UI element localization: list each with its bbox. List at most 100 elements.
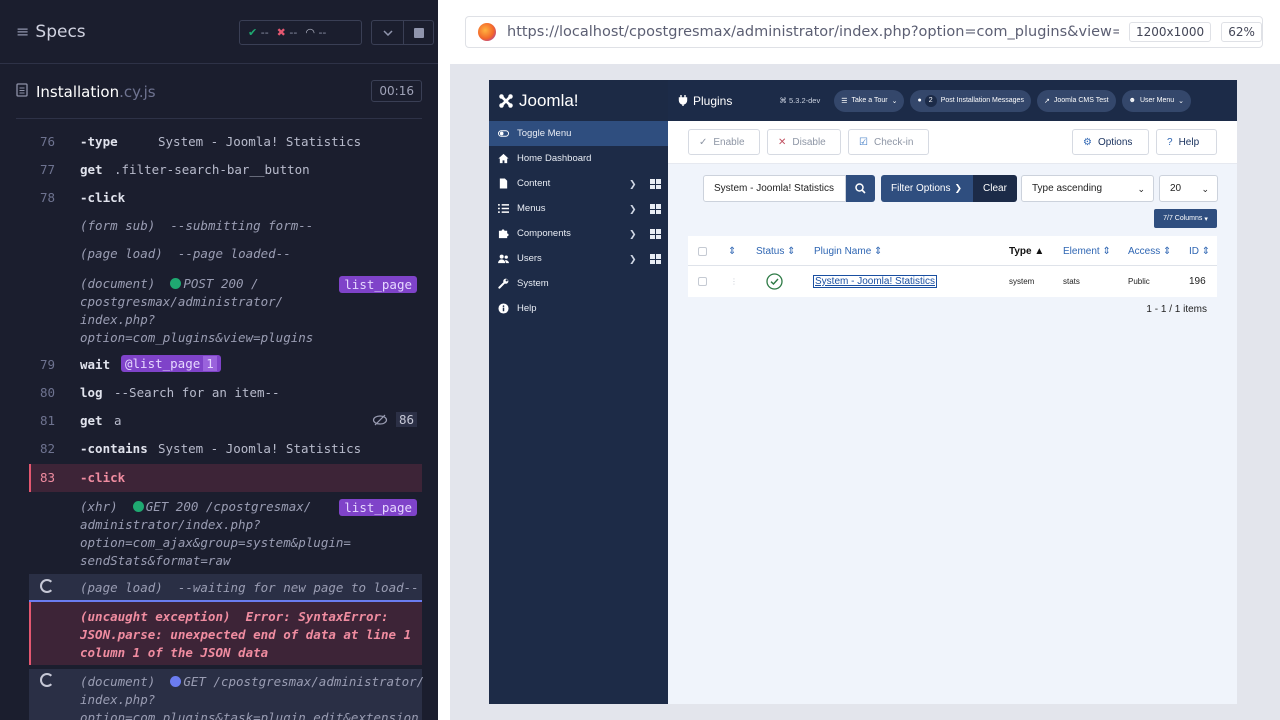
spec-file-header: Installation .cy.js 00:16	[16, 65, 422, 119]
command-name: -type	[80, 134, 118, 149]
user-icon: ☻	[1128, 97, 1136, 104]
filter-options-button[interactable]: Filter Options ❯	[881, 175, 973, 202]
sort-select[interactable]: Type ascending ⌄	[1021, 175, 1154, 202]
sidebar-item-help[interactable]: Help	[489, 296, 668, 321]
duration-timer: 00:16	[371, 80, 422, 102]
clear-button[interactable]: Clear	[973, 175, 1017, 202]
disable-button[interactable]: ✕ Disable	[767, 129, 841, 155]
command-row[interactable]: 77 get .filter-search-bar__button	[29, 162, 422, 178]
url-bar[interactable]: https://localhost/cpostgresmax/administr…	[465, 16, 1263, 48]
site-link-button[interactable]: ↗ Joomla CMS Test	[1036, 89, 1116, 112]
status-toggle-button[interactable]	[766, 266, 783, 297]
alias-tag[interactable]: list_page	[339, 499, 417, 516]
plugin-name-column-header[interactable]: Plugin Name ⇕	[814, 236, 882, 266]
viewport-size[interactable]: 1200x1000	[1129, 22, 1212, 42]
take-a-tour-button[interactable]: ☰ Take a Tour ⌄	[834, 89, 905, 112]
users-icon	[498, 254, 509, 264]
columns-toggle-button[interactable]: 7/7 Columns ▾	[1154, 209, 1217, 228]
search-button[interactable]	[846, 175, 875, 202]
chevron-right-icon: ❯	[629, 204, 637, 214]
post-installation-messages-button[interactable]: ● 2 Post Installation Messages	[910, 89, 1031, 112]
dashboard-grid-icon[interactable]	[650, 179, 661, 189]
joomla-logo[interactable]: Joomla!	[489, 80, 668, 121]
command-row[interactable]: 82 -contains System - Joomla! Statistics	[29, 441, 422, 457]
ordering-sort-icon[interactable]: ⇕	[728, 236, 736, 266]
failed-command-row[interactable]: 83 -click	[29, 464, 422, 492]
command-number: 83	[40, 470, 56, 485]
command-row[interactable]: 78 -click	[29, 190, 422, 206]
command-row[interactable]: (form sub) --submitting form--	[29, 218, 422, 234]
command-row[interactable]: 80 log --Search for an item--	[29, 385, 422, 401]
alias-tag[interactable]: list_page	[339, 276, 417, 293]
loading-spinner-icon	[40, 579, 54, 593]
element-column-header[interactable]: Element ⇕	[1063, 236, 1111, 266]
alias-tag[interactable]: @list_page 1	[121, 355, 221, 372]
command-row[interactable]: (document) GET /cpostgresmax/administrat…	[29, 669, 425, 720]
specs-title[interactable]: Specs	[35, 22, 85, 42]
joomla-main-content: System - Joomla! Statistics Filter Optio…	[668, 164, 1237, 704]
url-text[interactable]: https://localhost/cpostgresmax/administr…	[507, 24, 1119, 40]
x-icon: ✖	[276, 26, 286, 39]
dashboard-grid-icon[interactable]	[650, 229, 661, 239]
search-input[interactable]: System - Joomla! Statistics	[703, 175, 846, 202]
user-menu-button[interactable]: ☻ User Menu ⌄	[1121, 89, 1192, 112]
command-row[interactable]: (page load) --waiting for new page to lo…	[29, 574, 422, 602]
dashboard-grid-icon[interactable]	[650, 204, 661, 214]
sidebar-item-system[interactable]: System	[489, 271, 668, 296]
plug-icon	[678, 95, 688, 106]
access-cell: Public	[1128, 277, 1150, 286]
command-row[interactable]: (xhr) GET 200 /cpostgresmax/ administrat…	[29, 498, 422, 570]
list-limit-select[interactable]: 20 ⌄	[1159, 175, 1218, 202]
type-cell: system	[1009, 277, 1035, 286]
gear-icon: ⚙	[1083, 136, 1092, 148]
request-event: (document) GET /cpostgresmax/administrat…	[80, 674, 425, 720]
options-button[interactable]: ⚙ Options	[1072, 129, 1149, 155]
puzzle-icon	[498, 229, 509, 239]
command-row[interactable]: (page load) --page loaded--	[29, 246, 422, 262]
plugin-name-link[interactable]: System - Joomla! Statistics	[812, 275, 938, 288]
status-column-header[interactable]: Status ⇕	[756, 236, 796, 266]
external-link-icon: ↗	[1043, 97, 1050, 105]
spec-file-name[interactable]: Installation	[36, 83, 119, 101]
type-column-header[interactable]: Type ▲	[1009, 236, 1044, 266]
sidebar-item-home-dashboard[interactable]: Home Dashboard	[489, 146, 668, 171]
sidebar-item-menus[interactable]: Menus ❯	[489, 196, 668, 221]
help-button[interactable]: ? Help	[1156, 129, 1217, 155]
checkin-button[interactable]: ☑ Check-in	[848, 129, 929, 155]
loading-spinner-icon	[40, 673, 54, 687]
command-event: (page load) --page loaded--	[80, 246, 291, 261]
firefox-icon	[478, 23, 496, 41]
enable-button[interactable]: ✓ Enable	[688, 129, 760, 155]
id-column-header[interactable]: ID ⇕	[1189, 236, 1210, 266]
spec-file-ext: .cy.js	[119, 82, 156, 101]
command-name: log	[80, 385, 103, 400]
zoom-level[interactable]: 62%	[1221, 22, 1262, 42]
command-row[interactable]: 81 get a 86	[29, 412, 422, 429]
sidebar-item-users[interactable]: Users ❯	[489, 246, 668, 271]
command-name: -click	[80, 470, 126, 485]
stop-button[interactable]	[404, 20, 434, 45]
joomla-admin: Joomla! Toggle Menu Home Dashboard Conte…	[489, 80, 1237, 704]
chevron-down-button[interactable]	[371, 20, 404, 45]
checkbox-icon: ☑	[859, 136, 868, 148]
command-row[interactable]: 79 wait @list_page 1	[29, 355, 422, 375]
error-row[interactable]: (uncaught exception) Error: SyntaxError:…	[29, 602, 422, 665]
drag-handle-icon[interactable]: ⋮	[730, 266, 738, 297]
test-stats: ✔ -- ✖ -- ◠ --	[239, 20, 362, 45]
command-row[interactable]: (document) POST 200 / cpostgresmax/admin…	[29, 275, 422, 347]
access-column-header[interactable]: Access ⇕	[1128, 236, 1171, 266]
chevron-down-icon: ⌄	[1137, 184, 1145, 194]
row-checkbox[interactable]	[698, 266, 707, 297]
sidebar-toggle-menu[interactable]: Toggle Menu	[489, 121, 668, 146]
info-icon	[498, 303, 509, 314]
select-all-checkbox[interactable]	[698, 236, 707, 266]
search-icon	[855, 183, 866, 194]
dashboard-grid-icon[interactable]	[650, 254, 661, 264]
eye-slash-icon	[373, 414, 388, 426]
menu-icon[interactable]: ≡	[16, 22, 29, 41]
check-circle-icon	[766, 273, 783, 290]
error-message: (uncaught exception) Error: SyntaxError:…	[80, 609, 412, 660]
sidebar-item-components[interactable]: Components ❯	[489, 221, 668, 246]
command-row[interactable]: 76 -type System - Joomla! Statistics	[29, 134, 422, 150]
sidebar-item-content[interactable]: Content ❯	[489, 171, 668, 196]
